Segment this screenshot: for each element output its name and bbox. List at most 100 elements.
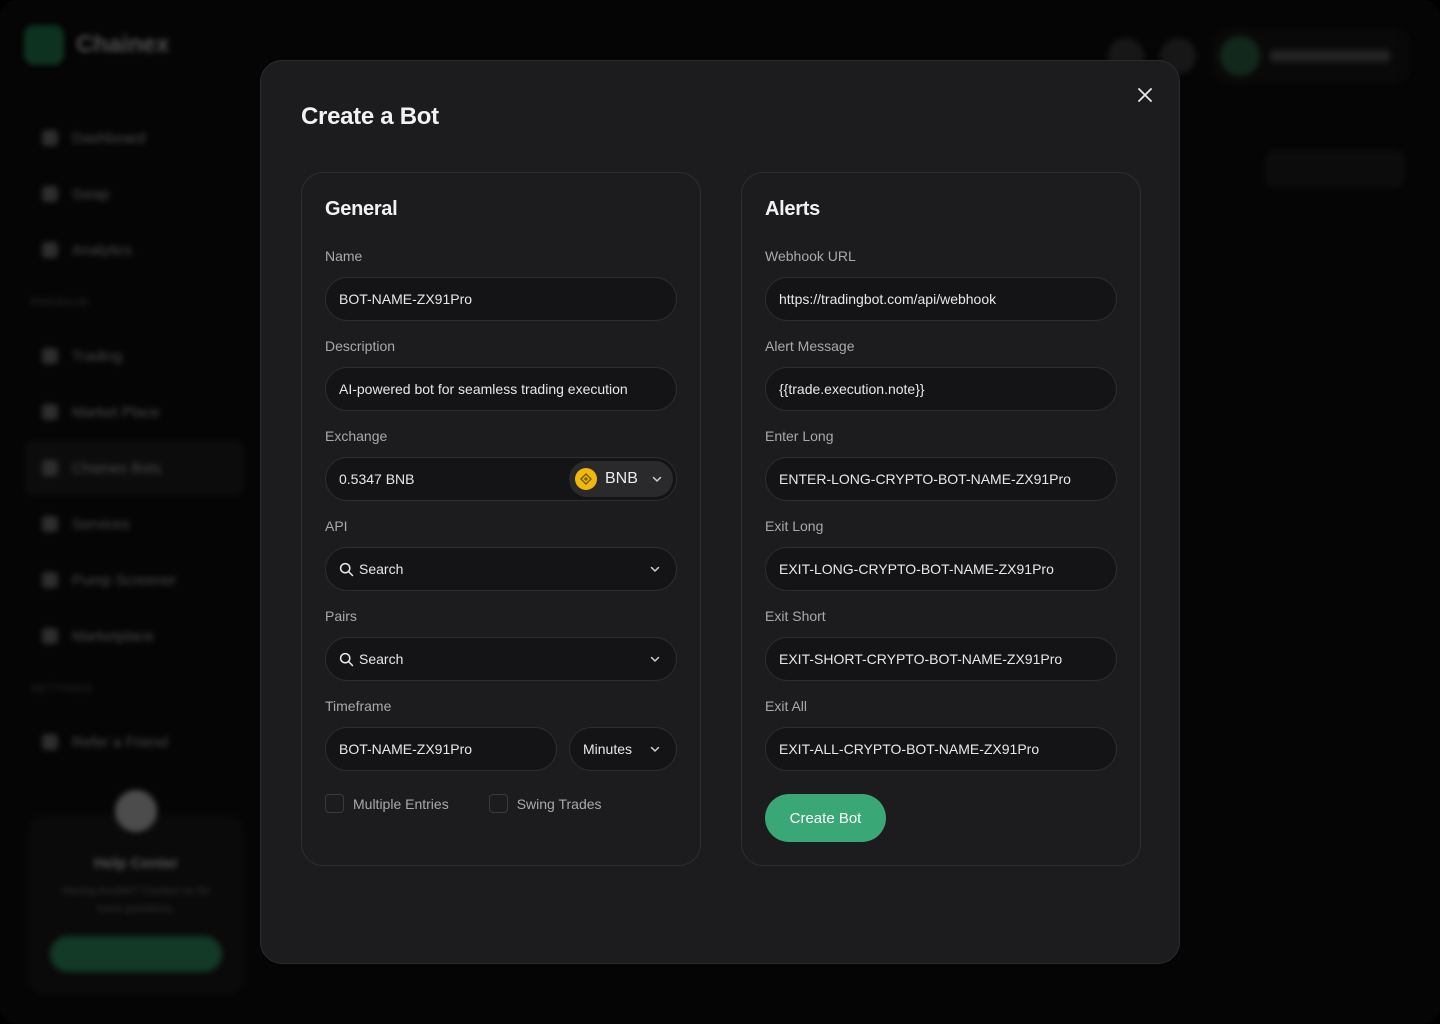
sidebar-item-label: Chainex Bots [72, 459, 162, 477]
enter-long-field: Enter Long ENTER-LONG-CRYPTO-BOT-NAME-ZX… [765, 427, 1117, 501]
chevron-down-icon [650, 472, 664, 486]
exchange-label: Exchange [325, 428, 388, 444]
alert-message-field: Alert Message {{trade.execution.note}} [765, 337, 1117, 411]
exit-all-input[interactable]: EXIT-ALL-CRYPTO-BOT-NAME-ZX91Pro [765, 727, 1117, 771]
general-title: General [325, 198, 398, 220]
timeframe-unit-select[interactable]: Minutes [569, 727, 677, 771]
search-icon [339, 651, 355, 667]
exit-long-label: Exit Long [765, 518, 824, 534]
services-icon [42, 516, 58, 532]
webhook-input[interactable]: https://tradingbot.com/api/webhook [765, 277, 1117, 321]
exit-short-input[interactable]: EXIT-SHORT-CRYPTO-BOT-NAME-ZX91Pro [765, 637, 1117, 681]
dashboard-icon [42, 130, 58, 146]
logo-mark [24, 25, 64, 65]
webhook-label: Webhook URL [765, 248, 856, 264]
alerts-card: Alerts Webhook URL https://tradingbot.co… [741, 172, 1141, 866]
exchange-input[interactable]: 0.5347 BNB BNB [325, 457, 677, 501]
timeframe-row: BOT-NAME-ZX91Pro Minutes [325, 727, 677, 771]
chevron-down-icon [648, 742, 662, 756]
coin-label: BNB [605, 470, 638, 487]
exchange-field: Exchange 0.5347 BNB BNB [325, 427, 677, 501]
bot-icon [42, 460, 58, 476]
market-icon [42, 404, 58, 420]
alerts-title: Alerts [765, 198, 820, 220]
enter-long-value: ENTER-LONG-CRYPTO-BOT-NAME-ZX91Pro [779, 471, 1071, 487]
sidebar-item-label: Pump Screener [72, 571, 177, 589]
timeframe-input[interactable]: BOT-NAME-ZX91Pro [325, 727, 557, 771]
help-center-card: Help Center Having trouble? Contact us f… [28, 790, 244, 995]
coin-select[interactable]: BNB [569, 461, 673, 497]
pairs-field: Pairs Search [325, 607, 677, 681]
checkbox-box[interactable] [325, 794, 344, 813]
sidebar-section-premium: PREMIUM [30, 297, 89, 309]
sidebar-item-trading: Trading [24, 328, 244, 384]
timeframe-value: BOT-NAME-ZX91Pro [339, 741, 473, 757]
webhook-value: https://tradingbot.com/api/webhook [779, 291, 997, 307]
swing-trades-checkbox[interactable]: Swing Trades [488, 794, 602, 813]
sidebar-item-label: Refer a Friend [72, 733, 168, 751]
description-value: AI-powered bot for seamless trading exec… [339, 381, 628, 397]
sidebar-item-refer: Refer a Friend [24, 714, 244, 770]
checkbox-label: Swing Trades [516, 795, 602, 812]
api-placeholder: Search [359, 561, 404, 577]
timeframe-unit: Minutes [583, 741, 633, 757]
exit-short-field: Exit Short EXIT-SHORT-CRYPTO-BOT-NAME-ZX… [765, 607, 1117, 681]
exit-short-value: EXIT-SHORT-CRYPTO-BOT-NAME-ZX91Pro [779, 651, 1063, 667]
multiple-entries-checkbox[interactable]: Multiple Entries [325, 794, 449, 813]
webhook-field: Webhook URL https://tradingbot.com/api/w… [765, 247, 1117, 321]
sidebar-item-label: Market Place [72, 403, 160, 421]
name-value: BOT-NAME-ZX91Pro [339, 291, 473, 307]
create-bot-modal: Create a Bot General Name BOT-NAME-ZX91P… [260, 60, 1180, 964]
exit-long-field: Exit Long EXIT-LONG-CRYPTO-BOT-NAME-ZX91… [765, 517, 1117, 591]
sidebar-item-services: Services [24, 496, 244, 552]
exit-all-label: Exit All [765, 698, 808, 714]
help-button [50, 936, 222, 972]
help-text: Having trouble? Contact us for more ques… [61, 885, 211, 915]
exit-short-label: Exit Short [765, 608, 826, 624]
sidebar-item-marketplace: Marketplace [24, 608, 244, 664]
sidebar-item-chainex-bots: Chainex Bots [24, 440, 244, 496]
help-icon [115, 790, 157, 832]
description-input[interactable]: AI-powered bot for seamless trading exec… [325, 367, 677, 411]
sidebar-section-settings: SETTINGS [30, 683, 94, 695]
sidebar-item-label: Dashboard [72, 129, 146, 147]
sidebar-item-swap: Swap [24, 166, 244, 222]
enter-long-label: Enter Long [765, 428, 834, 444]
alert-message-label: Alert Message [765, 338, 855, 354]
alert-message-value: {{trade.execution.note}} [779, 381, 925, 397]
description-field: Description AI-powered bot for seamless … [325, 337, 677, 411]
exit-long-input[interactable]: EXIT-LONG-CRYPTO-BOT-NAME-ZX91Pro [765, 547, 1117, 591]
swap-icon [42, 186, 58, 202]
timeframe-label: Timeframe [325, 698, 392, 714]
api-select[interactable]: Search [325, 547, 677, 591]
exit-all-field: Exit All EXIT-ALL-CRYPTO-BOT-NAME-ZX91Pr… [765, 697, 1117, 771]
exit-long-value: EXIT-LONG-CRYPTO-BOT-NAME-ZX91Pro [779, 561, 1054, 577]
marketplace-icon [42, 628, 58, 644]
checkbox-box[interactable] [488, 794, 508, 813]
bnb-coin-icon [575, 468, 597, 490]
sidebar-item-market-place: Market Place [24, 384, 244, 440]
chevron-down-icon [648, 562, 662, 576]
sidebar-item-label: Marketplace [72, 627, 154, 645]
trading-icon [42, 348, 58, 364]
create-new-bot-button [1265, 150, 1405, 188]
alert-message-input[interactable]: {{trade.execution.note}} [765, 367, 1117, 411]
description-label: Description [325, 338, 396, 354]
name-label: Name [325, 248, 363, 264]
brand-logo: Chainex [24, 25, 169, 65]
create-bot-button[interactable]: Create Bot [765, 794, 886, 842]
search-icon [339, 561, 355, 577]
sidebar-item-label: Trading [72, 347, 123, 365]
enter-long-input[interactable]: ENTER-LONG-CRYPTO-BOT-NAME-ZX91Pro [765, 457, 1117, 501]
general-card: General Name BOT-NAME-ZX91Pro Descriptio… [301, 172, 701, 866]
name-input[interactable]: BOT-NAME-ZX91Pro [325, 277, 677, 321]
screener-icon [42, 572, 58, 588]
refer-icon [42, 734, 58, 750]
sidebar-item-dashboard: Dashboard [24, 110, 244, 166]
brand-name: Chainex [76, 31, 170, 58]
modal-title: Create a Bot [301, 103, 439, 130]
pairs-label: Pairs [325, 608, 357, 624]
chevron-down-icon [648, 652, 662, 666]
close-icon[interactable] [1133, 83, 1157, 107]
pairs-select[interactable]: Search [325, 637, 677, 681]
